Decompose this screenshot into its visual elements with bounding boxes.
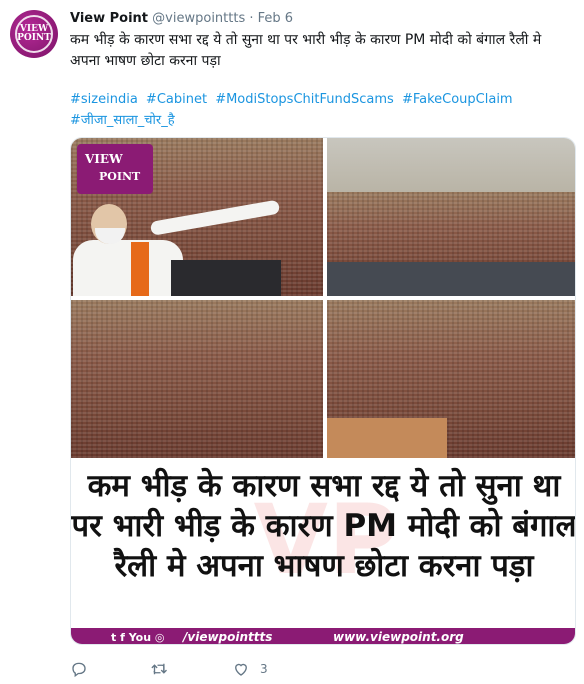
social-icons: t f You ◎	[111, 631, 165, 644]
image-caption-text: कम भीड़ के कारण सभा रद्द ये तो सुना था प…	[71, 468, 576, 584]
reply-icon	[72, 662, 86, 678]
hashtag-link[interactable]: #FakeCoupClaim	[402, 92, 513, 107]
tweet-header: View Point @viewpointtts · Feb 6	[70, 11, 293, 26]
photo-crowd-closeup	[71, 300, 323, 458]
tweet-text: कम भीड़ के कारण सभा रद्द ये तो सुना था प…	[70, 32, 542, 69]
hashtag-link[interactable]: #जीजा_साला_चोर_है	[70, 113, 175, 128]
tweet-card[interactable]: VIEW POINT View Point @viewpointtts · Fe…	[0, 0, 584, 684]
photo-speaker-rally: VIEW POINT	[71, 138, 323, 296]
like-count: 3	[260, 662, 268, 676]
tweet-media-image[interactable]: VIEW POINT VP कम भीड़ के कारण सभा रद्द य…	[70, 137, 576, 645]
user-handle[interactable]: @viewpointtts	[152, 11, 245, 26]
footer-website: www.viewpoint.org	[333, 630, 464, 644]
viewpoint-logo: VIEW POINT	[77, 144, 153, 194]
reply-button[interactable]	[70, 658, 98, 680]
image-footer-bar: t f You ◎ /viewpointtts www.viewpoint.or…	[71, 628, 575, 644]
like-icon	[235, 663, 247, 676]
hashtag-link[interactable]: #Cabinet	[146, 92, 207, 107]
separator: ·	[249, 11, 254, 26]
sky	[327, 138, 575, 192]
like-button[interactable]: 3	[232, 658, 268, 680]
logo-line2: POINT	[99, 170, 141, 183]
hashtag-list: #sizeindia #Cabinet #ModiStopsChitFundSc…	[70, 89, 570, 131]
open-ground	[327, 418, 447, 458]
photo-crowd-wide	[327, 138, 575, 296]
footer-handle: /viewpointtts	[183, 630, 273, 644]
speaker-figure	[73, 200, 183, 296]
podium	[171, 260, 281, 296]
speaker-shawl	[131, 242, 149, 296]
tweet-actions: 3	[70, 658, 570, 682]
retweet-icon	[151, 663, 167, 675]
hashtag-link[interactable]: #sizeindia	[70, 92, 138, 107]
tweet-date[interactable]: Feb 6	[258, 11, 293, 26]
speaker-kurta	[73, 240, 183, 296]
barricade	[327, 262, 575, 296]
avatar-text: VIEW POINT	[17, 24, 51, 43]
display-name[interactable]: View Point	[70, 11, 148, 26]
logo-line1: VIEW	[85, 152, 123, 166]
retweet-button[interactable]	[150, 658, 178, 680]
avatar[interactable]: VIEW POINT	[10, 10, 58, 58]
image-caption-block: VP कम भीड़ के कारण सभा रद्द ये तो सुना थ…	[71, 460, 576, 628]
photo-crowd-aerial	[327, 300, 575, 458]
hashtag-link[interactable]: #ModiStopsChitFundScams	[215, 92, 394, 107]
